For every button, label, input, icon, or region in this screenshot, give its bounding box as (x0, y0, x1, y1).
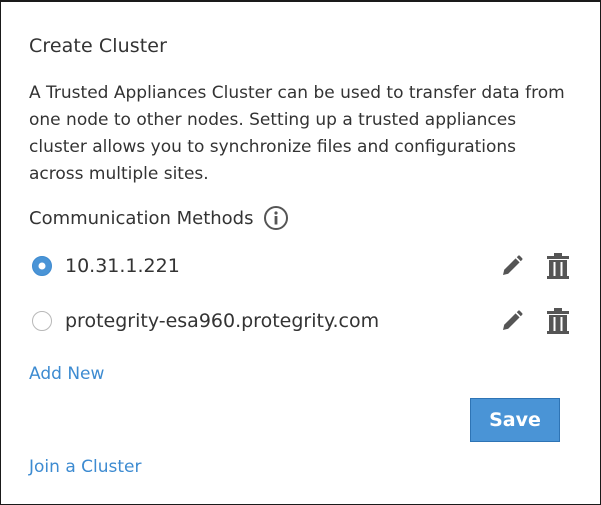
pencil-icon[interactable] (499, 253, 525, 279)
row-actions (499, 308, 571, 334)
communication-method-row[interactable]: 10.31.1.221 (29, 251, 571, 281)
communication-methods-header: Communication Methods (29, 205, 289, 231)
info-circle-icon[interactable] (263, 205, 289, 231)
create-cluster-panel: Create Cluster A Trusted Appliances Clus… (0, 0, 601, 505)
panel-description: A Trusted Appliances Cluster can be used… (29, 83, 565, 184)
row-actions (499, 253, 571, 279)
trash-icon[interactable] (545, 253, 571, 279)
trash-icon[interactable] (545, 308, 571, 334)
method-label: 10.31.1.221 (65, 255, 180, 277)
method-label: protegrity-esa960.protegrity.com (65, 310, 380, 332)
method-radio-unselected[interactable] (32, 311, 52, 331)
communication-methods-label: Communication Methods (29, 207, 254, 229)
method-radio-selected[interactable] (32, 256, 52, 276)
add-new-link[interactable]: Add New (29, 364, 104, 384)
save-button[interactable]: Save (470, 398, 560, 442)
pencil-icon[interactable] (499, 308, 525, 334)
panel-title: Create Cluster (29, 35, 168, 57)
communication-method-row[interactable]: protegrity-esa960.protegrity.com (29, 306, 571, 336)
join-cluster-link[interactable]: Join a Cluster (29, 457, 141, 477)
